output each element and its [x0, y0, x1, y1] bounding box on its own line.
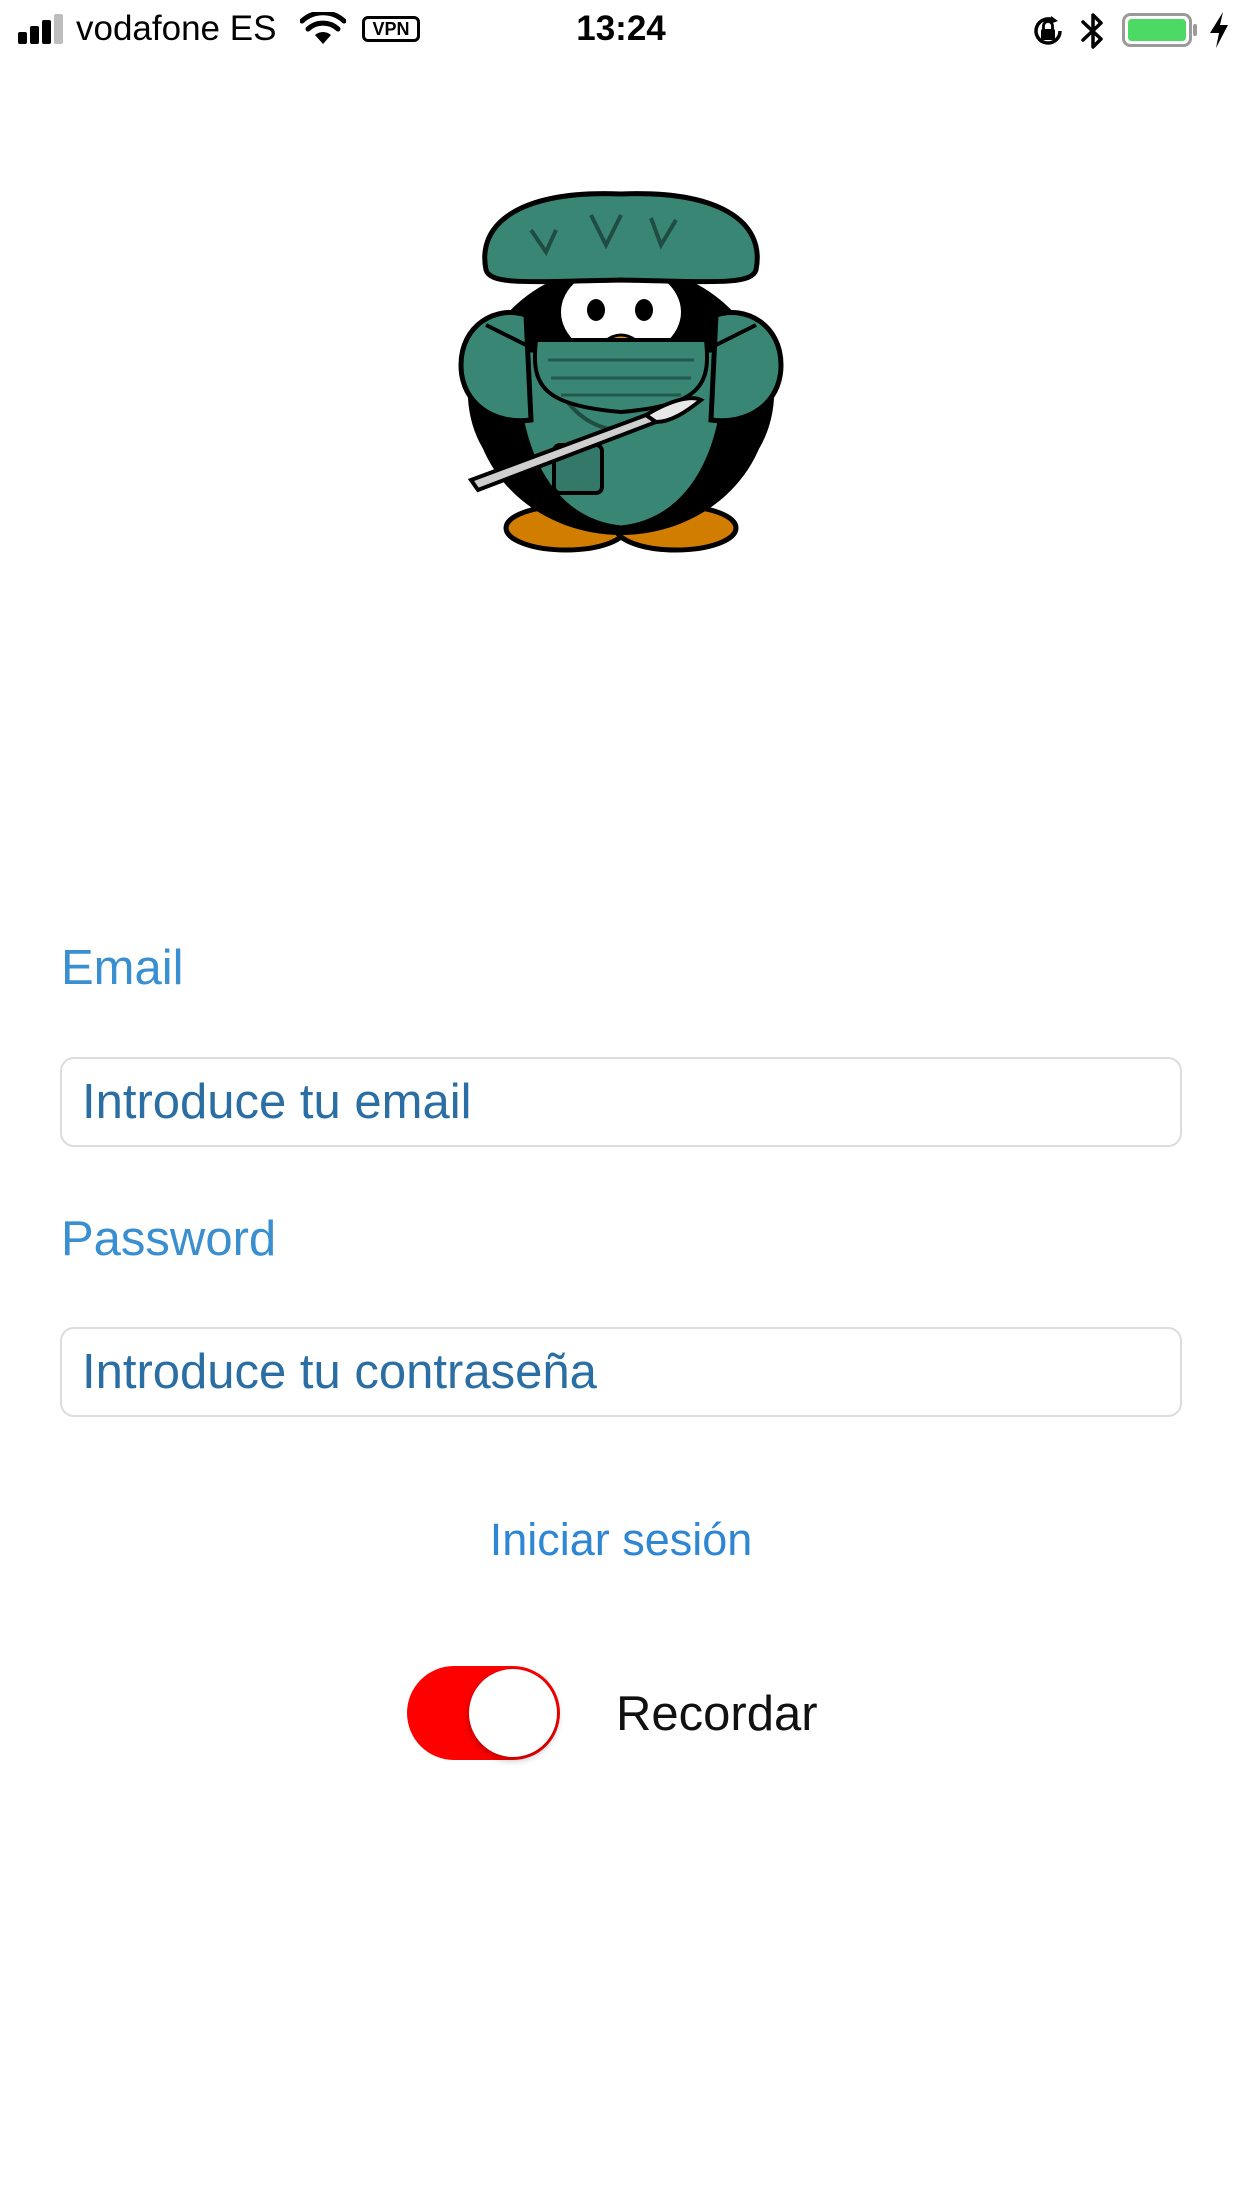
- remember-toggle[interactable]: [407, 1666, 560, 1760]
- surgeon-penguin-icon: [458, 191, 784, 553]
- toggle-knob: [469, 1669, 557, 1757]
- password-field[interactable]: [62, 1329, 1180, 1415]
- remember-row: Recordar: [407, 1666, 857, 1766]
- password-field-container: [60, 1327, 1182, 1417]
- status-bar: vodafone ES VPN 13:24: [0, 0, 1242, 64]
- email-field-container: [60, 1057, 1182, 1147]
- login-button[interactable]: Iniciar sesión: [0, 1514, 1242, 1566]
- email-label: Email: [61, 941, 184, 995]
- bluetooth-icon: [1081, 13, 1103, 49]
- email-field[interactable]: [62, 1059, 1180, 1145]
- charging-bolt-icon: [1210, 12, 1228, 48]
- battery-level-fill: [1128, 19, 1186, 41]
- rotation-lock-icon: [1034, 16, 1062, 45]
- remember-label: Recordar: [616, 1687, 818, 1741]
- password-label: Password: [61, 1212, 277, 1266]
- battery-icon: [1122, 13, 1197, 47]
